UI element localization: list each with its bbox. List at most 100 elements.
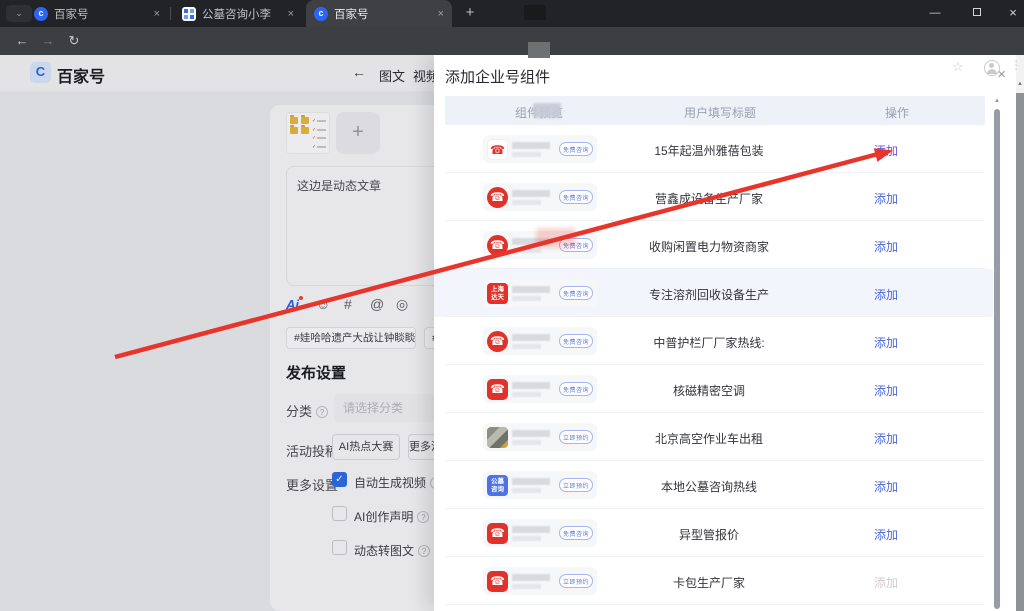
redacted-account-name <box>512 285 550 301</box>
redaction-box <box>524 5 546 20</box>
phone-square-icon <box>487 378 508 400</box>
account-badge: 立即预约 <box>558 478 593 492</box>
scrollbar-thumb[interactable] <box>1016 93 1024 611</box>
window-minimize-button[interactable]: — <box>920 0 950 27</box>
user-title: 收购闲置电力物资商家 <box>648 240 769 254</box>
site-favicon <box>182 6 196 21</box>
table-row: 免费咨询 中普护栏厂厂家热线: 添加 <box>434 317 993 365</box>
tab-title: 公墓咨询小李 <box>202 8 271 21</box>
user-title: 卡包生产厂家 <box>672 576 745 590</box>
tab-close-icon[interactable]: × <box>288 8 294 20</box>
user-title: 核磁精密空调 <box>672 384 745 398</box>
bookmark-star-icon[interactable]: ☆ <box>952 59 964 75</box>
modal-backdrop <box>0 55 434 611</box>
account-badge: 免费咨询 <box>558 526 593 540</box>
column-action: 操作 <box>884 106 909 120</box>
user-title: 本地公墓咨询热线 <box>660 480 757 494</box>
user-title: 北京高空作业车出租 <box>654 432 763 446</box>
browser-tab-1[interactable]: c 百家号 × <box>26 0 168 27</box>
account-cell: 公墓 咨询 立即预约 <box>483 471 597 499</box>
add-button[interactable]: 添加 <box>856 142 916 159</box>
account-cell: 上海 达天 免费咨询 <box>483 279 597 307</box>
scroll-up-icon[interactable]: ▲ <box>993 98 1001 104</box>
account-badge: 免费咨询 <box>558 142 593 156</box>
phone-circle-icon <box>487 186 508 208</box>
add-button[interactable]: 添加 <box>856 238 916 255</box>
account-cell: 免费咨询 <box>483 519 597 547</box>
table-row: 免费咨询 核磁精密空调 添加 <box>434 365 993 413</box>
redacted-account-name <box>512 429 550 445</box>
screen: ⌄ c 百家号 × 公墓咨询小李 × c 百家号 × + — × ← → ↻ ☆… <box>0 0 1024 611</box>
account-cell: 立即预约 <box>483 567 597 595</box>
add-component-modal: 添加企业号组件 × 组件预览 用户填写标题 操作 免费咨询 15年起温州雅蓓包装… <box>434 55 1016 611</box>
page-scrollbar[interactable]: ▲ <box>1016 55 1024 611</box>
redacted-blur <box>533 103 561 118</box>
tab-title: 百家号 <box>54 8 89 21</box>
redacted-account-name <box>512 141 550 157</box>
phone-square-icon <box>487 570 508 592</box>
red-smudge <box>536 228 576 248</box>
table-row: 免费咨询 营鑫成设备生产厂家 添加 <box>434 173 993 221</box>
redacted-account-name <box>512 189 550 205</box>
table-row: 公墓 咨询 立即预约 本地公墓咨询热线 添加 <box>434 461 993 509</box>
account-badge: 免费咨询 <box>558 190 593 204</box>
add-button[interactable]: 添加 <box>856 478 916 495</box>
row-divider <box>445 604 985 605</box>
redacted-account-name <box>512 477 550 493</box>
back-button[interactable]: ← <box>12 31 32 51</box>
browser-menu-icon[interactable]: ⋮ <box>1010 58 1022 72</box>
account-cell: 免费咨询 <box>483 135 597 163</box>
profile-avatar[interactable] <box>984 60 1000 76</box>
tab-separator <box>170 7 171 20</box>
account-badge: 免费咨询 <box>558 334 593 348</box>
text-blue-icon: 公墓 咨询 <box>487 474 508 496</box>
tab-close-icon[interactable]: × <box>154 8 160 20</box>
window-maximize-button[interactable] <box>962 0 992 27</box>
phone-circle-icon <box>487 330 508 352</box>
redacted-account-name <box>512 525 550 541</box>
text-red-icon: 上海 达天 <box>487 282 508 304</box>
scroll-up-icon[interactable]: ▲ <box>1016 81 1024 87</box>
redaction-box <box>528 42 550 58</box>
account-cell: 免费咨询 <box>483 375 597 403</box>
reload-button[interactable]: ↻ <box>64 31 84 51</box>
column-user-title: 用户填写标题 <box>683 106 756 120</box>
tab-close-icon[interactable]: × <box>438 8 444 20</box>
user-title: 专注溶剂回收设备生产 <box>648 288 769 302</box>
new-tab-button[interactable]: + <box>460 3 480 23</box>
table-row: 免费咨询 15年起温州雅蓓包装 添加 <box>434 125 993 173</box>
account-badge: 立即预约 <box>558 574 593 588</box>
add-button[interactable]: 添加 <box>856 286 916 303</box>
browser-toolbar: ← → ↻ ☆ ⋮ <box>0 27 1024 76</box>
forward-button[interactable]: → <box>38 31 58 51</box>
browser-tab-3-active[interactable]: c 百家号 × <box>306 0 452 27</box>
user-title: 中普护栏厂厂家热线: <box>653 336 765 350</box>
add-button[interactable]: 添加 <box>856 526 916 543</box>
table-row: 免费咨询 收购闲置电力物资商家 添加 <box>434 221 993 269</box>
account-badge: 立即预约 <box>558 430 593 444</box>
add-button[interactable]: 添加 <box>856 190 916 207</box>
add-button[interactable]: 添加 <box>856 334 916 351</box>
phone-circle-icon <box>487 234 508 256</box>
photo-icon <box>487 426 508 448</box>
browser-tab-strip: ⌄ c 百家号 × 公墓咨询小李 × c 百家号 × + — × <box>0 0 1024 27</box>
tab-title: 百家号 <box>334 8 369 21</box>
scrollbar-thumb[interactable] <box>994 109 1000 609</box>
window-close-button[interactable]: × <box>998 0 1024 27</box>
modal-title: 添加企业号组件 <box>445 69 551 86</box>
account-cell: 免费咨询 <box>483 183 597 211</box>
account-badge: 免费咨询 <box>558 286 593 300</box>
add-button[interactable]: 添加 <box>856 574 916 591</box>
account-cell: 立即预约 <box>483 423 597 451</box>
modal-scrollbar[interactable]: ▲ <box>993 96 1001 611</box>
add-button[interactable]: 添加 <box>856 382 916 399</box>
add-button[interactable]: 添加 <box>856 430 916 447</box>
user-title: 15年起温州雅蓓包装 <box>654 144 764 158</box>
redacted-account-name <box>512 333 550 349</box>
user-title: 异型管报价 <box>678 528 739 542</box>
baijiahao-favicon: c <box>314 6 328 21</box>
table-row: 上海 达天 免费咨询 专注溶剂回收设备生产 添加 <box>434 269 993 317</box>
redacted-account-name <box>512 381 550 397</box>
browser-tab-2[interactable]: 公墓咨询小李 × <box>174 0 302 27</box>
phone-white-icon <box>487 138 508 160</box>
